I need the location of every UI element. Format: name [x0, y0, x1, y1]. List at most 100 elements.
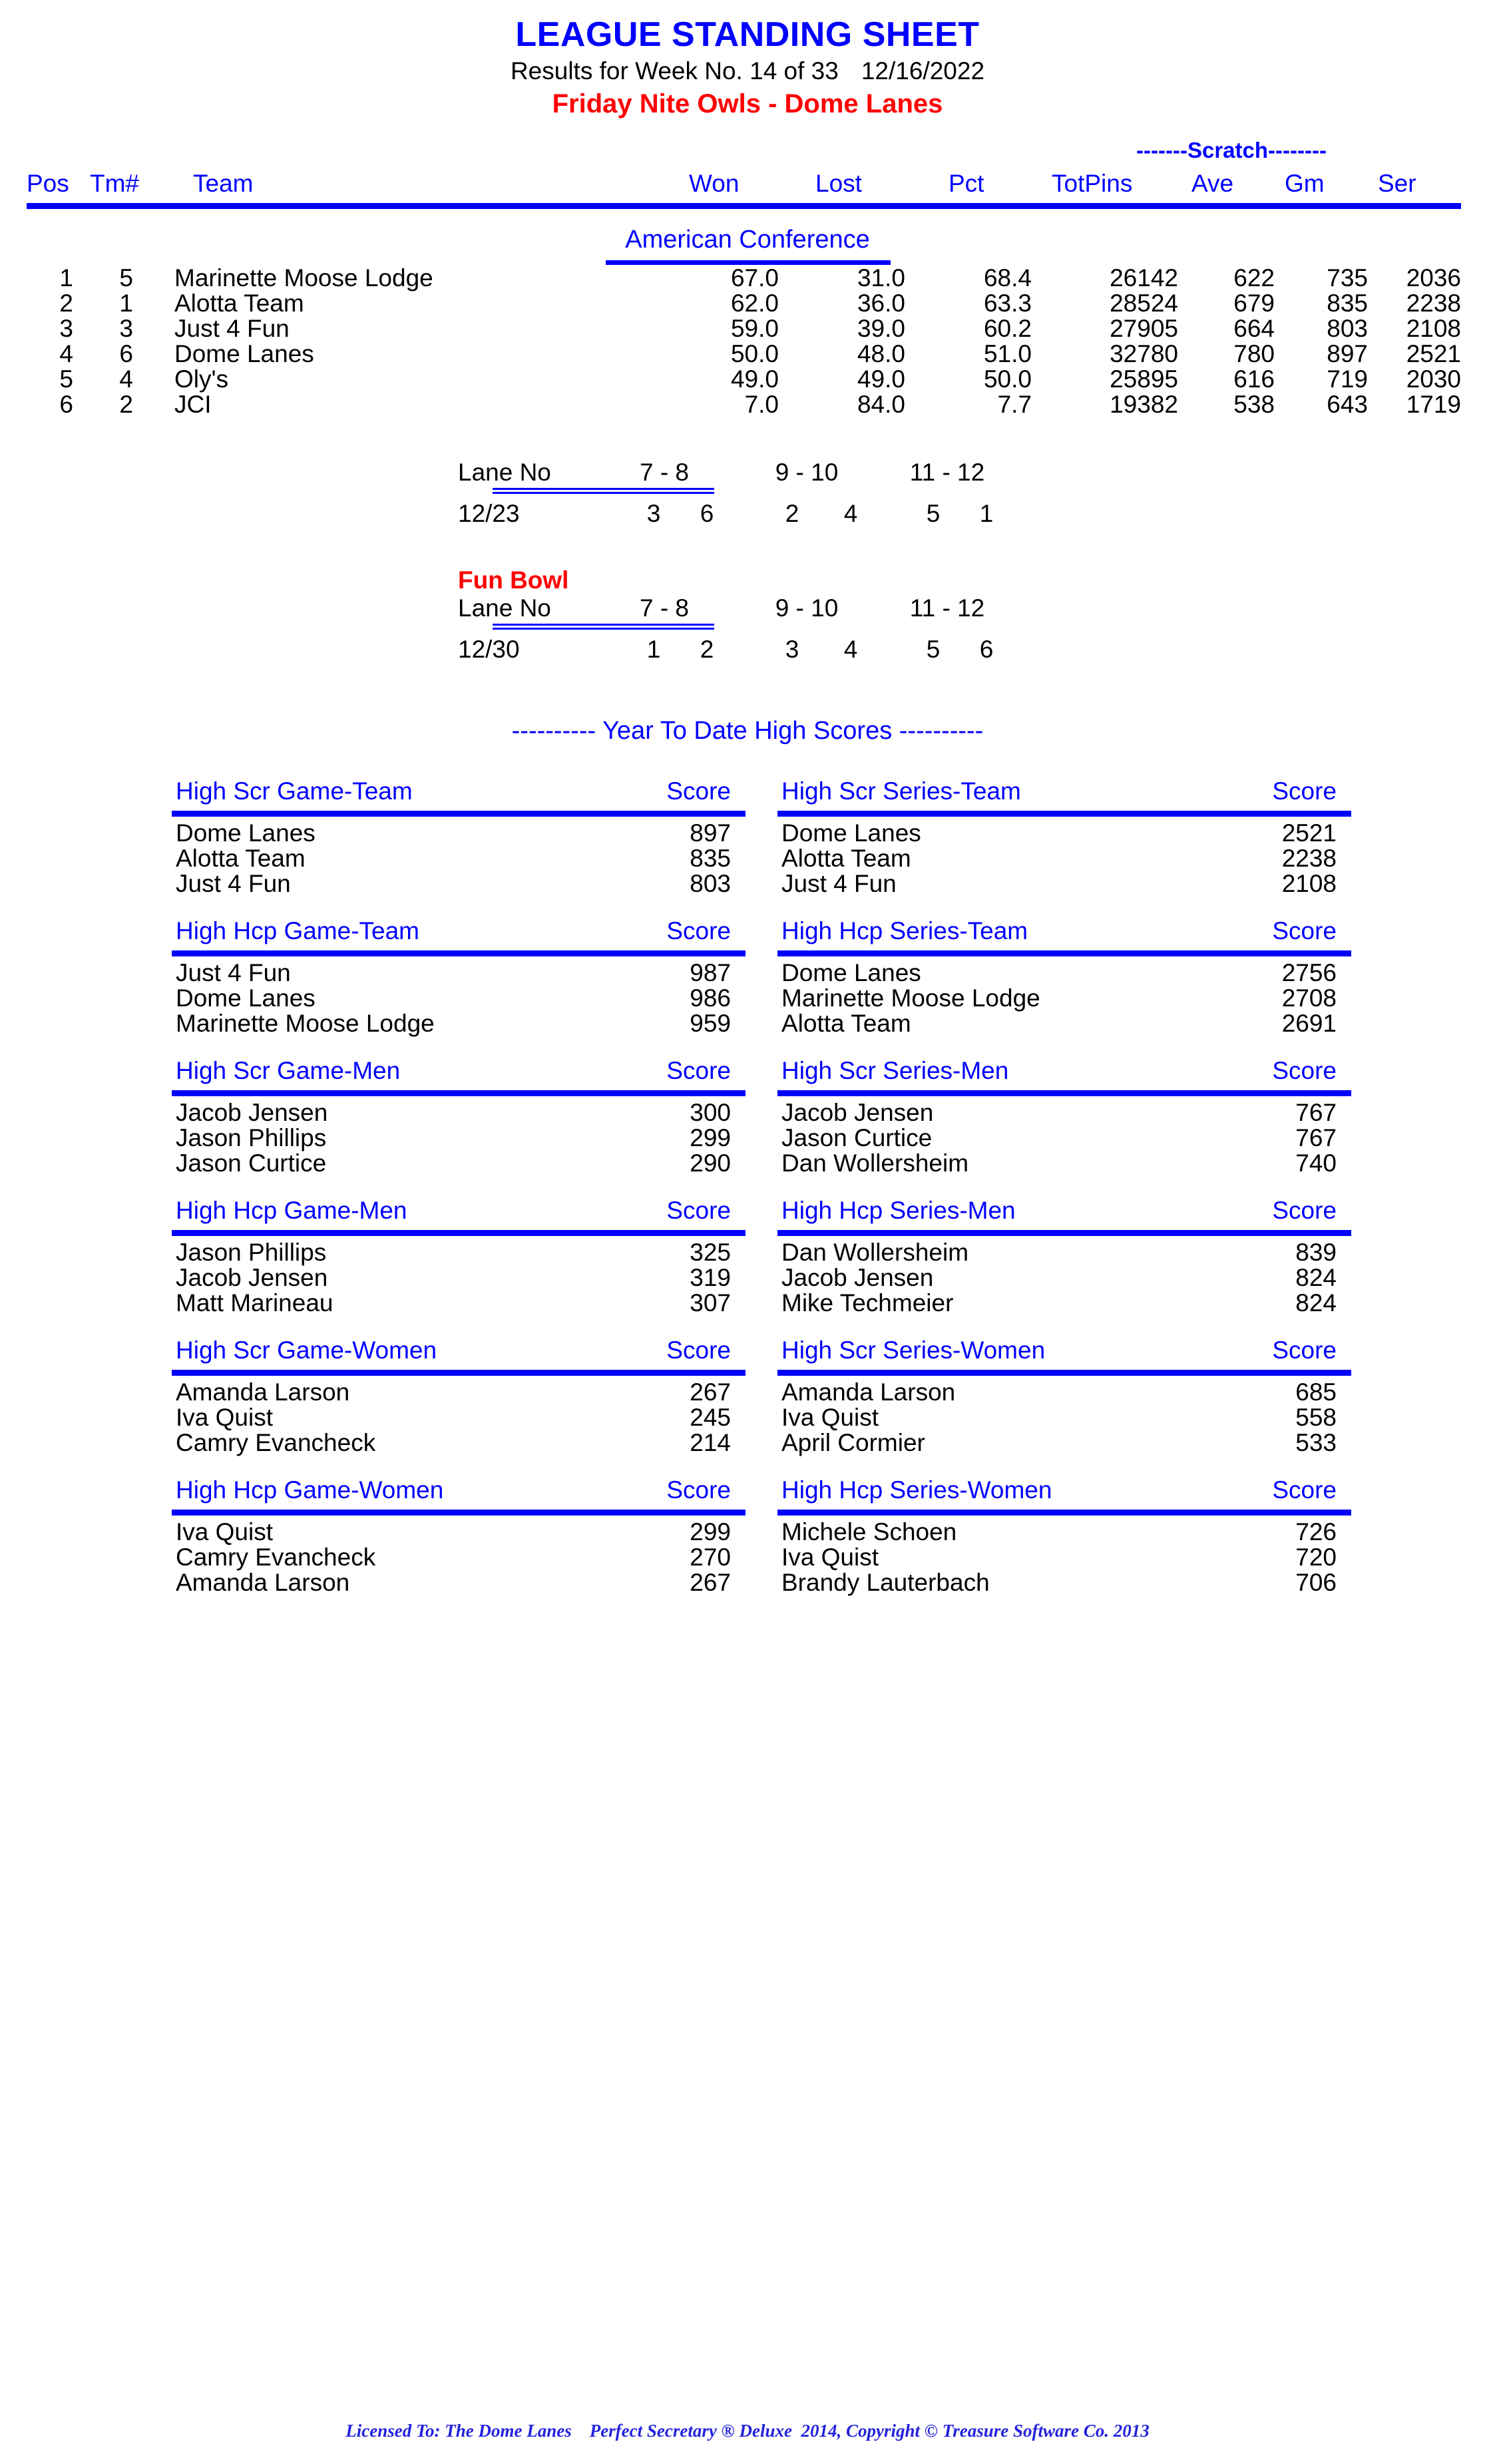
list-item: Jason Phillips 325 — [172, 1239, 746, 1266]
high-score-name: Dan Wollersheim — [781, 1239, 969, 1267]
lane-rule — [493, 488, 714, 495]
standings-cell-team: Dome Lanes — [174, 340, 314, 368]
high-score-row-list: Just 4 Fun 987 Dome Lanes 986 Marinette Moos… — [172, 959, 746, 1038]
high-score-category-label: High Scr Game-Men — [176, 1057, 401, 1085]
high-score-name: Jason Curtice — [781, 1124, 933, 1152]
high-score-name: Matt Marineau — [176, 1289, 333, 1317]
standings-cell-ave: 622 — [1233, 264, 1275, 292]
standings-cell-ser: 2521 — [1406, 340, 1461, 368]
high-score-score-label: Score — [1272, 1476, 1337, 1504]
standings-cell-totpins: 32780 — [1110, 340, 1178, 368]
high-score-value: 959 — [690, 1010, 731, 1038]
high-score-value: 767 — [1295, 1099, 1337, 1127]
list-item: Iva Quist 299 — [172, 1518, 746, 1545]
list-item: Jacob Jensen 319 — [172, 1264, 746, 1291]
lane-schedule: Lane No 7 - 8 9 - 10 11 - 12 12/23 3 6 2 4 5 1 Fun … — [0, 459, 1495, 668]
high-score-row-list: Dome Lanes 897 Alotta Team 835 Just 4 Fun 803 — [172, 819, 746, 897]
high-score-category-label: High Hcp Game-Team — [176, 917, 420, 945]
high-score-score-label: Score — [1272, 1197, 1337, 1225]
high-score-score-label: Score — [666, 777, 731, 805]
lane-team-number: 5 — [926, 500, 941, 528]
high-score-header-rule — [777, 1230, 1351, 1237]
list-item: Marinette Moose Lodge 959 — [172, 1010, 746, 1038]
standings-cell-tm: 5 — [119, 264, 133, 292]
high-score-header-rule — [172, 1090, 746, 1097]
high-score-panel: High Scr Series-Men Score Jacob Jensen 767 J… — [777, 1057, 1351, 1177]
high-score-row-list: Amanda Larson 685 Iva Quist 558 April Cormie… — [777, 1378, 1351, 1457]
lane-team-number: 4 — [843, 500, 858, 528]
standings-cell-pos: 3 — [59, 315, 73, 343]
standings-cell-tm: 2 — [119, 391, 133, 419]
high-score-row-list: Dome Lanes 2756 Marinette Moose Lodge 2708 A… — [777, 959, 1351, 1038]
high-score-value: 897 — [690, 819, 731, 847]
standings-cell-gm: 643 — [1327, 391, 1368, 419]
high-score-panel-header: High Hcp Game-Men Score — [172, 1197, 746, 1237]
high-score-value: 270 — [690, 1543, 731, 1571]
high-score-panel: High Hcp Game-Men Score Jason Phillips 325 J… — [172, 1197, 746, 1317]
column-header-ser: Ser — [1378, 170, 1416, 198]
lane-pair-label: 7 - 8 — [639, 459, 690, 487]
high-score-value: 685 — [1295, 1378, 1337, 1406]
high-score-score-label: Score — [666, 1476, 731, 1504]
high-score-group: High Scr Game-Women Score Amanda Larson 267… — [0, 1336, 1495, 1479]
standings-cell-team: Alotta Team — [174, 290, 304, 317]
standings-cell-tm: 4 — [119, 365, 133, 393]
high-score-value: 986 — [690, 984, 731, 1012]
results-date: 12/16/2022 — [861, 57, 985, 85]
list-item: Jason Curtice 290 — [172, 1149, 746, 1177]
lane-block-title: Fun Bowl — [458, 566, 569, 594]
standings-table: -------Scratch-------- Pos Tm# Team Won … — [0, 138, 1495, 419]
ytd-section-title: ---------- Year To Date High Scores ----… — [511, 717, 984, 745]
high-score-name: Dome Lanes — [781, 819, 921, 847]
high-score-name: Jason Curtice — [176, 1149, 327, 1177]
standings-cell-gm: 897 — [1327, 340, 1368, 368]
high-score-row-list: Michele Schoen 726 Iva Quist 720 Brandy Laut… — [777, 1518, 1351, 1596]
high-score-name: Camry Evancheck — [176, 1543, 376, 1571]
high-score-row-list: Iva Quist 299 Camry Evancheck 270 Amanda Lar… — [172, 1518, 746, 1596]
high-score-row-list: Jason Phillips 325 Jacob Jensen 319 Matt Mar… — [172, 1239, 746, 1317]
high-score-panel: High Hcp Series-Team Score Dome Lanes 2756 M… — [777, 917, 1351, 1037]
standings-cell-lost: 39.0 — [857, 315, 905, 343]
list-item: Alotta Team 835 — [172, 845, 746, 872]
lane-team-number: 6 — [700, 500, 714, 528]
standings-cell-gm: 803 — [1327, 315, 1368, 343]
table-row: 6 2 JCI 7.0 84.0 7.7 19382 538 643 1719 — [0, 391, 1495, 419]
standings-cell-lost: 84.0 — [857, 391, 905, 419]
high-score-panel-header: High Scr Game-Women Score — [172, 1336, 746, 1376]
high-score-group: High Scr Game-Men Score Jacob Jensen 300 Jas… — [0, 1057, 1495, 1199]
standings-cell-tm: 6 — [119, 340, 133, 368]
high-score-panel: High Hcp Series-Women Score Michele Schoen… — [777, 1476, 1351, 1596]
standings-cell-pos: 1 — [59, 264, 73, 292]
lane-team-number: 5 — [926, 636, 941, 664]
high-score-category-label: High Hcp Game-Women — [176, 1476, 444, 1504]
standings-cell-won: 7.0 — [744, 391, 779, 419]
lane-header-line: Lane No 7 - 8 9 - 10 11 - 12 — [0, 459, 1495, 495]
standings-cell-pct: 7.7 — [997, 391, 1032, 419]
standings-cell-won: 67.0 — [730, 264, 779, 292]
table-row: 4 6 Dome Lanes 50.0 48.0 51.0 32780 780 897 2521 — [0, 340, 1495, 368]
standings-cell-won: 50.0 — [730, 340, 779, 368]
list-item: Camry Evancheck 270 — [172, 1543, 746, 1571]
lane-team-number: 3 — [646, 500, 661, 528]
standings-cell-team: JCI — [174, 391, 212, 419]
high-score-value: 267 — [690, 1378, 731, 1406]
high-score-name: Iva Quist — [781, 1404, 879, 1432]
high-score-panel: High Scr Game-Men Score Jacob Jensen 300 Jas… — [172, 1057, 746, 1177]
list-item: Iva Quist 558 — [777, 1404, 1351, 1432]
high-score-name: Mike Techmeier — [781, 1289, 954, 1317]
high-score-value: 533 — [1295, 1429, 1337, 1457]
list-item: Jason Phillips 299 — [172, 1124, 746, 1152]
column-header-totpins: TotPins — [1052, 170, 1133, 198]
high-score-name: Jason Phillips — [176, 1124, 327, 1152]
high-score-header-rule — [172, 1370, 746, 1376]
standings-cell-tm: 1 — [119, 290, 133, 317]
high-score-category-label: High Scr Game-Team — [176, 777, 413, 805]
list-item: Just 4 Fun 987 — [172, 959, 746, 986]
high-score-panel-header: High Scr Game-Team Score — [172, 777, 746, 817]
high-score-value: 2691 — [1281, 1010, 1337, 1038]
high-score-value: 839 — [1295, 1239, 1337, 1267]
standings-cell-totpins: 27905 — [1110, 315, 1178, 343]
high-score-value: 300 — [690, 1099, 731, 1127]
high-score-category-label: High Scr Game-Women — [176, 1336, 437, 1364]
high-score-category-label: High Hcp Game-Men — [176, 1197, 407, 1225]
